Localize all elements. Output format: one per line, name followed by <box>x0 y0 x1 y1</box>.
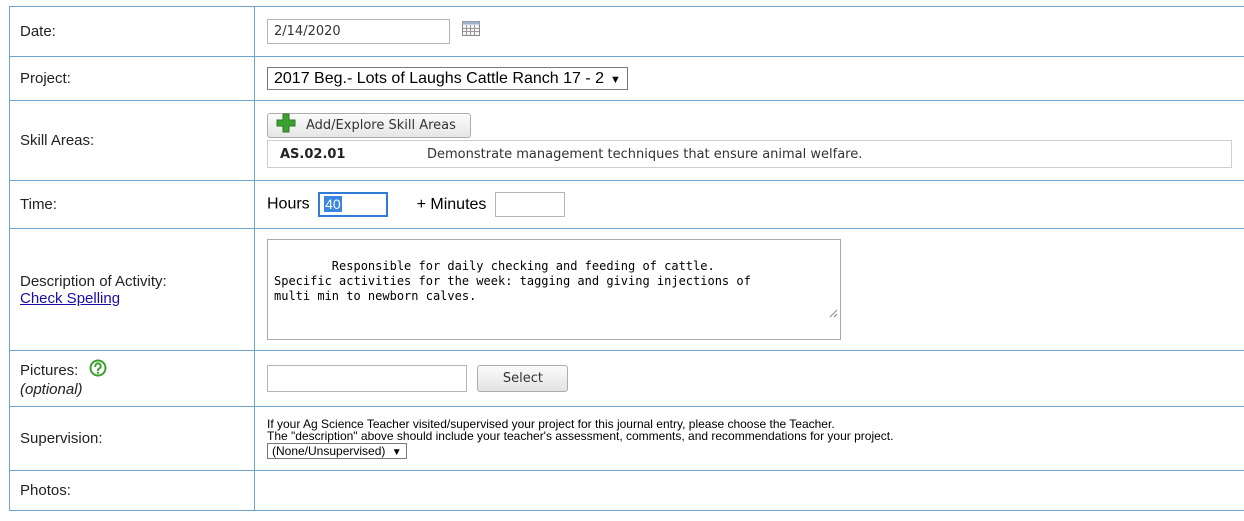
supervision-selected-value: (None/Unsupervised) <box>272 443 386 458</box>
date-cell <box>254 6 1244 57</box>
supervision-select[interactable]: (None/Unsupervised) ▼ <box>267 442 407 459</box>
supervision-row: Supervision: If your Ag Science Teacher … <box>9 406 1244 471</box>
date-label: Date: <box>9 6 255 57</box>
project-select[interactable]: 2017 Beg.- Lots of Laughs Cattle Ranch 1… <box>267 67 628 90</box>
supervision-instructions-1: If your Ag Science Teacher visited/super… <box>267 416 835 431</box>
minutes-label: + Minutes <box>416 195 487 213</box>
calendar-icon[interactable] <box>462 20 481 41</box>
hours-value: 40 <box>324 196 342 212</box>
pictures-label-cell: Pictures: (optional) <box>9 350 255 407</box>
check-spelling-link[interactable]: Check Spelling <box>20 290 120 307</box>
hours-label: Hours <box>267 195 310 213</box>
add-explore-skill-areas-button[interactable]: Add/Explore Skill Areas <box>267 112 471 138</box>
pictures-row: Pictures: (optional) Select <box>9 350 1244 407</box>
add-explore-skill-areas-label: Add/Explore Skill Areas <box>306 117 456 133</box>
picture-file-input[interactable] <box>267 365 467 392</box>
chevron-down-icon: ▼ <box>391 446 402 458</box>
description-textarea[interactable]: Responsible for daily checking and feedi… <box>267 239 841 340</box>
date-input[interactable] <box>267 19 450 44</box>
description-label: Description of Activity: <box>20 272 167 290</box>
hours-input[interactable]: 40 <box>318 192 389 217</box>
resize-grip-icon[interactable] <box>756 292 838 337</box>
photos-row: Photos: <box>9 470 1244 511</box>
project-label: Project: <box>9 56 255 101</box>
skill-areas-label: Skill Areas: <box>9 100 255 181</box>
skill-area-description: Demonstrate management techniques that e… <box>427 146 863 162</box>
time-row: Time: Hours 40 + Minutes <box>9 180 1244 229</box>
date-row: Date: <box>9 6 1244 57</box>
skill-area-item: AS.02.01 Demonstrate management techniqu… <box>267 140 1232 169</box>
description-row: Description of Activity: Check Spelling … <box>9 228 1244 351</box>
supervision-label: Supervision: <box>9 406 255 471</box>
supervision-cell: If your Ag Science Teacher visited/super… <box>254 406 1244 471</box>
skill-areas-row: Skill Areas: Add/Explore Skill Areas AS.… <box>9 100 1244 181</box>
skill-areas-cell: Add/Explore Skill Areas AS.02.01 Demonst… <box>254 100 1244 181</box>
minutes-input[interactable] <box>494 192 565 217</box>
description-cell: Responsible for daily checking and feedi… <box>254 228 1244 351</box>
select-button[interactable]: Select <box>477 365 569 392</box>
skill-area-code: AS.02.01 <box>280 146 346 162</box>
project-row: Project: 2017 Beg.- Lots of Laughs Cattl… <box>9 56 1244 101</box>
project-cell: 2017 Beg.- Lots of Laughs Cattle Ranch 1… <box>254 56 1244 101</box>
journal-entry-form: Date: Project: 2017 Beg.- Lots of Laughs… <box>9 6 1244 511</box>
pictures-label: Pictures: <box>20 362 79 379</box>
help-question-icon[interactable] <box>89 359 107 381</box>
photos-cell <box>254 470 1244 511</box>
plus-icon <box>276 113 296 137</box>
time-label: Time: <box>9 180 255 229</box>
chevron-down-icon: ▼ <box>610 74 621 86</box>
pictures-cell: Select <box>254 350 1244 407</box>
pictures-optional-note: (optional) <box>20 381 83 398</box>
description-text: Responsible for daily checking and feedi… <box>274 259 751 303</box>
project-selected-value: 2017 Beg.- Lots of Laughs Cattle Ranch 1… <box>274 70 604 87</box>
time-cell: Hours 40 + Minutes <box>254 180 1244 229</box>
supervision-instructions-2: The "description" above should include y… <box>267 428 894 443</box>
photos-label: Photos: <box>9 470 255 511</box>
description-label-cell: Description of Activity: Check Spelling <box>9 228 255 351</box>
